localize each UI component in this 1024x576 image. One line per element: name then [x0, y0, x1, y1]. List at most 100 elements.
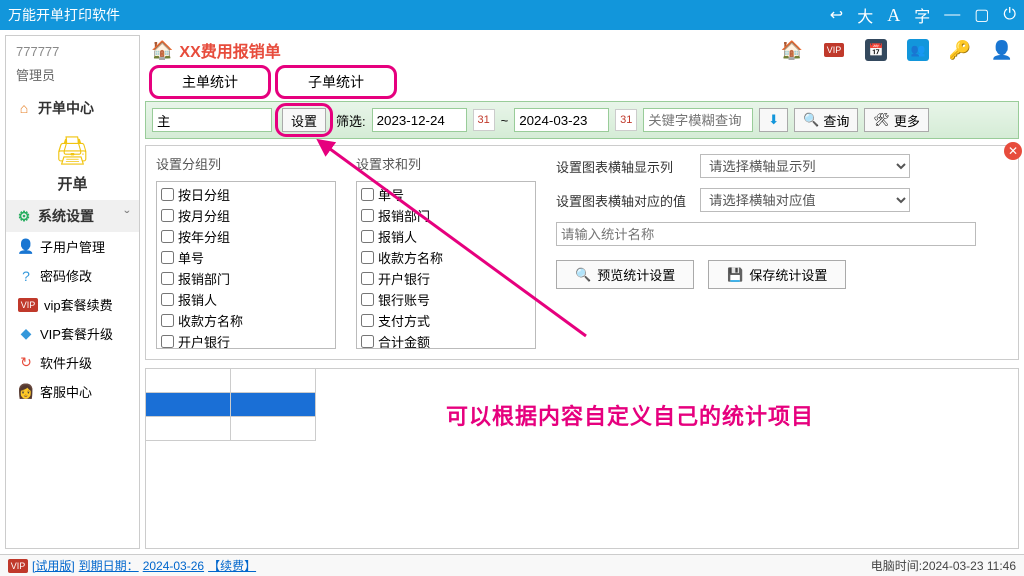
diamond-icon: ◆ [18, 326, 34, 342]
statusbar: VIP [试用版] 到期日期： 2024-03-26 【续费】 电脑时间: 20… [0, 554, 1024, 576]
settings-panel: ✕ 设置分组列 按日分组 按月分组 按年分组 单号 报销部门 报销人 收款方名称… [145, 145, 1019, 360]
xaxis-select[interactable]: 请选择横轴显示列 [700, 154, 910, 178]
tab-main[interactable]: 主单统计 [151, 67, 269, 97]
chk-sum-0[interactable] [361, 188, 374, 201]
renew-link[interactable]: 【续费】 [208, 557, 256, 574]
query-button[interactable]: 🔍查询 [794, 108, 858, 132]
xaxis-label: 设置图表横轴显示列 [556, 157, 686, 176]
chk-group-4[interactable] [161, 272, 174, 285]
filter-label: 筛选: [336, 111, 366, 130]
save-icon: 💾 [727, 267, 743, 283]
grid-cell[interactable] [231, 417, 316, 441]
printer-icon: 🖨 [55, 134, 91, 167]
tb-calc-icon[interactable]: 📅 [865, 39, 887, 61]
chk-group-5[interactable] [161, 293, 174, 306]
enlarge-button[interactable]: 大 [857, 3, 873, 27]
home-icon: ⌂ [16, 100, 32, 116]
user-icon: 👤 [18, 239, 34, 255]
magnifier-icon: 🔍 [575, 267, 591, 283]
tb-key-icon[interactable]: 🔑 [949, 39, 971, 61]
clock-value: 2024-03-23 11:46 [922, 559, 1016, 573]
chk-sum-4[interactable] [361, 272, 374, 285]
sidebar-center[interactable]: ⌂ 开单中心 [6, 92, 139, 124]
setting-button[interactable]: 设置 [282, 108, 326, 132]
sidebar-system[interactable]: ⚙ 系统设置 ˇ [6, 200, 139, 232]
calendar-icon[interactable]: 31 [615, 109, 637, 131]
annotation-text: 可以根据内容自定义自己的统计项目 [446, 399, 814, 431]
sidebar-soft-upgrade[interactable]: ↻软件升级 [6, 348, 139, 377]
down-button[interactable]: ⬇ [759, 108, 788, 132]
date-sep: ~ [501, 113, 509, 128]
sidebar-role: 管理员 [6, 63, 139, 92]
tb-vip-icon[interactable]: VIP [823, 39, 845, 61]
grid-cell[interactable] [146, 393, 231, 417]
toolbar: 🏠 XX费用报销单 🏠 VIP 📅 👥 🔑 👤 [145, 35, 1019, 65]
sidebar-kaidan[interactable]: 🖨 开单 [6, 124, 139, 200]
tb-home-icon[interactable]: 🏠 [781, 39, 803, 61]
chk-sum-6[interactable] [361, 314, 374, 327]
calendar-icon[interactable]: 31 [473, 109, 495, 131]
sidebar-service[interactable]: 👩客服中心 [6, 377, 139, 406]
filter-left-input[interactable] [152, 108, 272, 132]
trial-link[interactable]: [试用版] [32, 557, 75, 574]
chk-sum-2[interactable] [361, 230, 374, 243]
chk-group-3[interactable] [161, 251, 174, 264]
sum-col-title: 设置求和列 [356, 154, 536, 173]
power-button[interactable]: ⏻ [1003, 6, 1016, 24]
chk-sum-5[interactable] [361, 293, 374, 306]
group-col-title: 设置分组列 [156, 154, 336, 173]
group-checklist[interactable]: 按日分组 按月分组 按年分组 单号 报销部门 报销人 收款方名称 开户银行 [156, 181, 336, 349]
grid-header-cell[interactable] [146, 369, 231, 393]
sidebar-pwd[interactable]: ?密码修改 [6, 261, 139, 290]
reply-icon[interactable]: ↩ [830, 5, 843, 25]
chk-group-0[interactable] [161, 188, 174, 201]
sidebar-kaidan-label: 开单 [57, 173, 87, 194]
xval-select[interactable]: 请选择横轴对应值 [700, 188, 910, 212]
sidebar-center-label: 开单中心 [38, 98, 94, 118]
font-button[interactable]: A [887, 5, 900, 26]
chk-sum-1[interactable] [361, 209, 374, 222]
preview-button[interactable]: 🔍预览统计设置 [556, 260, 694, 289]
result-grid: 可以根据内容自定义自己的统计项目 [145, 368, 1019, 549]
expire-label[interactable]: 到期日期： [79, 557, 139, 574]
tabs: 主单统计 子单统计 [145, 65, 1019, 99]
sidebar-system-label: 系统设置 [38, 206, 94, 226]
sidebar-vip-renew[interactable]: VIPvip套餐续费 [6, 290, 139, 319]
grid-cell[interactable] [231, 393, 316, 417]
titlebar: 万能开单打印软件 ↩ 大 A 字 — ▢ ⏻ [0, 0, 1024, 30]
xval-label: 设置图表横轴对应的值 [556, 191, 686, 210]
tab-sub[interactable]: 子单统计 [277, 67, 395, 97]
more-button[interactable]: 🛠更多 [864, 108, 929, 132]
tb-users-icon[interactable]: 👥 [907, 39, 929, 61]
maximize-button[interactable]: ▢ [974, 5, 989, 25]
sidebar-vip-upgrade[interactable]: ◆VIP套餐升级 [6, 319, 139, 348]
grid-header-cell[interactable] [231, 369, 316, 393]
tools-icon: 🛠 [873, 112, 890, 128]
app-title: 万能开单打印软件 [8, 5, 830, 25]
close-icon[interactable]: ✕ [1004, 142, 1022, 160]
question-icon: ? [18, 268, 34, 284]
chk-group-6[interactable] [161, 314, 174, 327]
chk-sum-3[interactable] [361, 251, 374, 264]
tb-person-icon[interactable]: 👤 [991, 39, 1013, 61]
chk-sum-7[interactable] [361, 335, 374, 348]
minimize-button[interactable]: — [944, 6, 960, 24]
date-from-input[interactable] [372, 108, 467, 132]
dropdown-icon: ˇ [124, 208, 129, 224]
keyword-input[interactable] [643, 108, 753, 132]
font-button-label[interactable]: 字 [914, 3, 930, 27]
sidebar-sub-user[interactable]: 👤子用户管理 [6, 232, 139, 261]
grid-cell[interactable] [146, 417, 231, 441]
expire-date[interactable]: 2024-03-26 [143, 559, 204, 573]
vip-badge-icon: VIP [8, 559, 28, 573]
chk-group-1[interactable] [161, 209, 174, 222]
chk-group-7[interactable] [161, 335, 174, 348]
sum-checklist[interactable]: 单号 报销部门 报销人 收款方名称 开户银行 银行账号 支付方式 合计金额 [356, 181, 536, 349]
date-to-input[interactable] [514, 108, 609, 132]
save-button[interactable]: 💾保存统计设置 [708, 260, 846, 289]
stat-name-input[interactable] [556, 222, 976, 246]
magnifier-icon: 🔍 [803, 112, 819, 128]
home-icon[interactable]: 🏠 [151, 40, 173, 61]
refresh-icon: ↻ [18, 355, 34, 371]
chk-group-2[interactable] [161, 230, 174, 243]
